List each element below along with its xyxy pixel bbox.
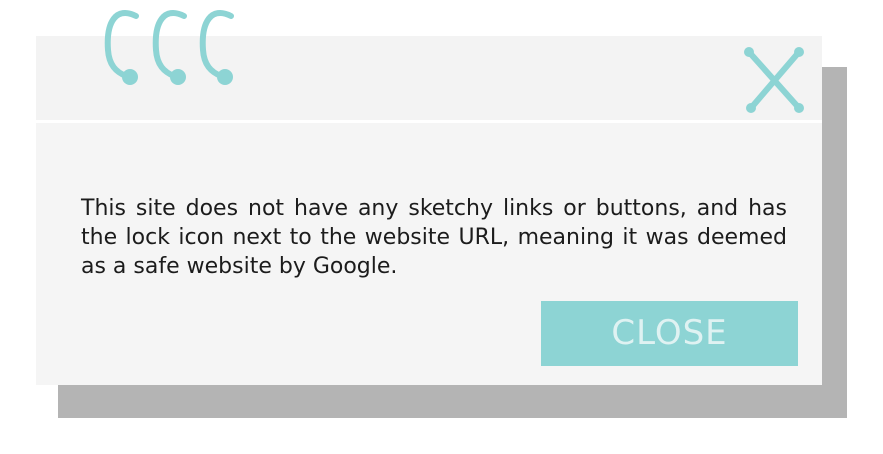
header-divider xyxy=(36,120,822,123)
popup-stage: This site does not have any sketchy link… xyxy=(0,0,883,454)
close-button[interactable]: CLOSE xyxy=(541,301,798,366)
dialog-message: This site does not have any sketchy link… xyxy=(81,196,787,279)
info-dialog: This site does not have any sketchy link… xyxy=(36,10,822,385)
close-x-icon[interactable] xyxy=(741,44,811,114)
binder-rings-icon xyxy=(104,10,234,85)
